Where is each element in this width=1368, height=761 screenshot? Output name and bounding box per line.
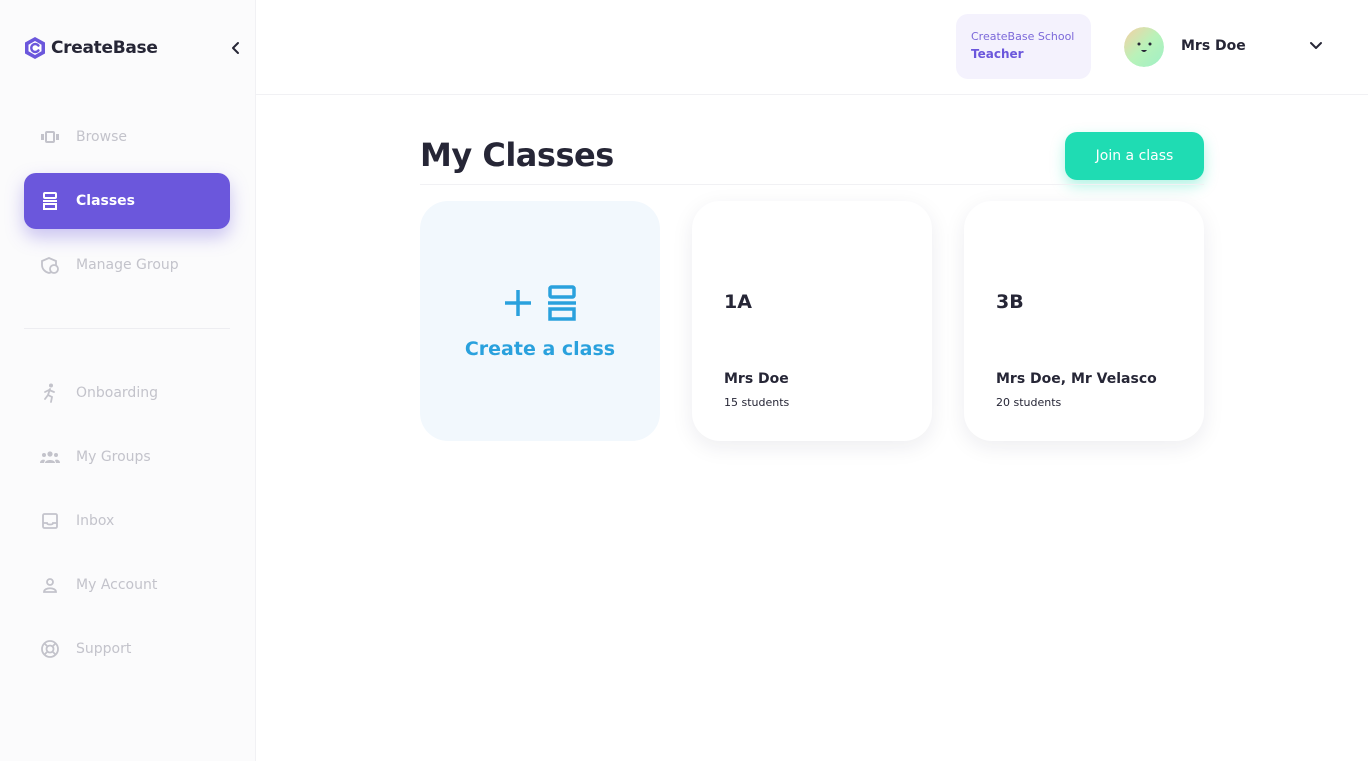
school-name: CreateBase School [971,30,1075,43]
sidebar-item-label: Inbox [76,513,115,529]
class-student-count: 15 students [724,396,790,409]
school-role: Teacher [971,47,1024,61]
sidebar: CreateBase Browse Classes Manage Group O… [0,0,256,761]
school-selector[interactable]: CreateBase School Teacher [956,14,1091,79]
join-class-button[interactable]: Join a class [1065,132,1204,180]
class-teachers: Mrs Doe, Mr Velasco [996,371,1157,387]
sidebar-item-inbox[interactable]: Inbox [24,493,230,549]
smiley-avatar-icon [1124,27,1164,67]
sidebar-item-support[interactable]: Support [24,621,230,677]
support-icon [40,639,60,659]
avatar[interactable] [1124,27,1164,67]
user-name[interactable]: Mrs Doe [1181,38,1246,54]
browse-icon [40,127,60,147]
class-card[interactable]: 3B Mrs Doe, Mr Velasco 20 students [964,201,1204,441]
sidebar-item-label: Onboarding [76,385,158,401]
class-card[interactable]: 1A Mrs Doe 15 students [692,201,932,441]
groups-icon [40,447,60,467]
topbar: CreateBase School Teacher Mrs Doe [256,0,1368,95]
sidebar-item-label: Manage Group [76,257,179,273]
sidebar-item-my-groups[interactable]: My Groups [24,429,230,485]
plus-icon [505,290,531,316]
sidebar-item-label: My Groups [76,449,151,465]
sidebar-item-onboarding[interactable]: Onboarding [24,365,230,421]
sidebar-item-label: My Account [76,577,158,593]
classes-icon [548,285,576,321]
manage-group-icon [40,255,60,275]
sidebar-divider [24,328,230,329]
class-name: 3B [996,291,1024,313]
collapse-sidebar-button[interactable] [226,38,246,58]
brand[interactable]: CreateBase [24,36,158,60]
title-divider [420,184,1204,185]
sidebar-item-manage-group[interactable]: Manage Group [24,237,230,293]
brand-name: CreateBase [51,38,158,58]
chevron-down-icon [1310,42,1322,49]
classes-icon [40,191,60,211]
user-menu-button[interactable] [1306,36,1326,56]
chevron-left-icon [232,42,239,54]
onboarding-icon [40,383,60,403]
sidebar-item-my-account[interactable]: My Account [24,557,230,613]
sidebar-item-label: Browse [76,129,127,145]
sidebar-item-label: Support [76,641,132,657]
inbox-icon [40,511,60,531]
page-title: My Classes [420,136,614,174]
create-class-card[interactable]: Create a class [420,201,660,441]
sidebar-item-classes[interactable]: Classes [24,173,230,229]
class-student-count: 20 students [996,396,1062,409]
class-name: 1A [724,291,752,313]
sidebar-item-label: Classes [76,193,136,209]
create-class-label: Create a class [464,338,616,360]
createbase-logo-icon [25,37,45,59]
account-icon [40,575,60,595]
class-teachers: Mrs Doe [724,371,789,387]
sidebar-item-browse[interactable]: Browse [24,109,230,165]
